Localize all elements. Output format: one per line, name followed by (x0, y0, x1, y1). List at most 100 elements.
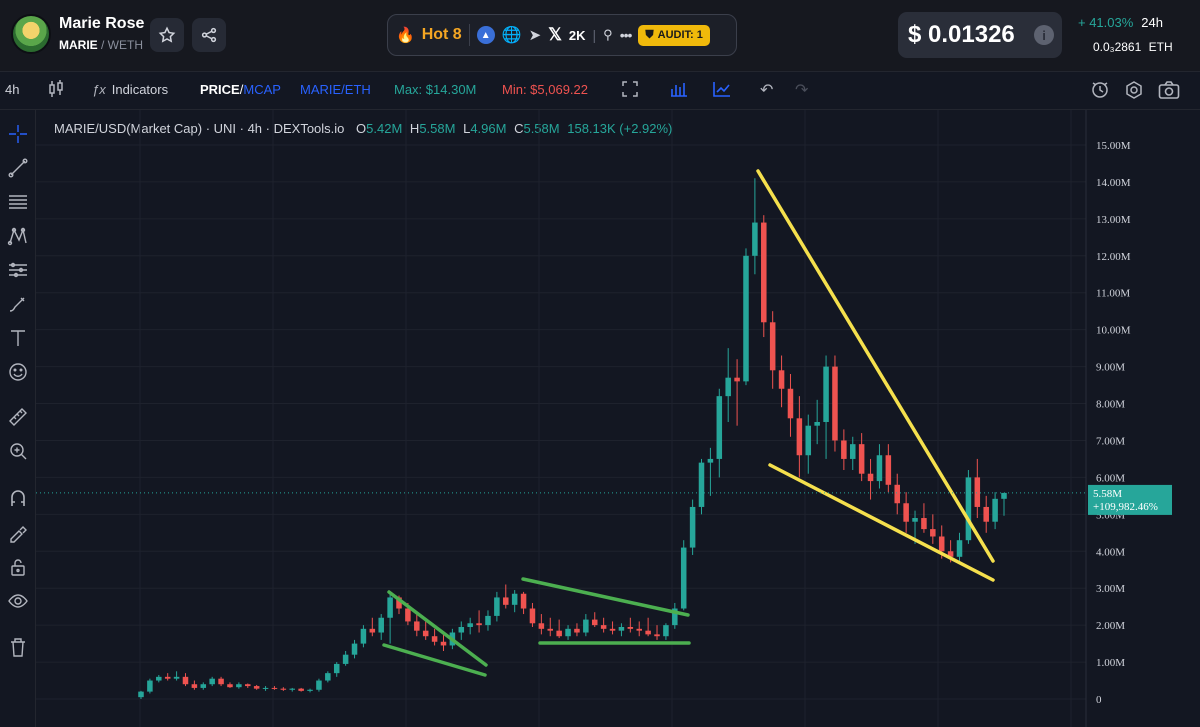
candle-body (974, 477, 981, 507)
star-icon (158, 26, 176, 43)
candle-body (200, 684, 207, 688)
candle-body (378, 617, 384, 633)
eth-unit: ETH (1148, 40, 1173, 54)
brush-tool-icon[interactable] (6, 292, 30, 316)
candle-body (583, 619, 589, 633)
candle-body (253, 686, 260, 689)
candle-body (360, 628, 367, 644)
lock-drawing-icon[interactable] (6, 520, 30, 544)
visibility-icon[interactable] (6, 589, 30, 613)
emoji-tool-icon[interactable] (6, 360, 30, 384)
y-tick-label: 2.00M (1096, 620, 1125, 632)
magnet-tool-icon[interactable] (6, 486, 30, 510)
candle-body (1001, 492, 1007, 499)
candle-body (627, 626, 634, 629)
candle-body (894, 484, 900, 504)
candle-body (725, 377, 731, 397)
change-value: + 41.03% (1078, 15, 1134, 30)
divider: | (592, 27, 597, 43)
candle-body (529, 608, 536, 624)
candle-body (903, 503, 909, 522)
audit-badge[interactable]: ⛊ AUDIT: 1 (638, 24, 710, 46)
candle-body (876, 455, 883, 482)
volume-icon[interactable] (713, 81, 731, 100)
trades-icon[interactable] (670, 81, 688, 100)
info-icon[interactable]: i (1034, 25, 1054, 45)
lock-icon[interactable] (6, 555, 30, 579)
mcap-option[interactable]: MCAP (243, 82, 281, 97)
search-icon[interactable]: ⚲ (603, 27, 613, 43)
candle-body (921, 518, 927, 530)
quote-symbol: / WETH (101, 38, 144, 52)
candle-body (325, 673, 331, 681)
crosshair-tool-icon[interactable] (6, 122, 30, 146)
candle-body (262, 687, 269, 689)
prediction-tool-icon[interactable] (6, 258, 30, 282)
indicators-button[interactable]: ƒx Indicators (92, 82, 168, 97)
candle-body (156, 676, 162, 681)
followers-count[interactable]: 2K (569, 28, 586, 43)
change-period: 24h (1141, 15, 1163, 30)
favorite-button[interactable] (150, 18, 184, 52)
fib-tool-icon[interactable] (6, 190, 30, 214)
alert-icon[interactable] (1090, 80, 1110, 103)
trendline (768, 463, 995, 582)
interval-selector[interactable]: 4h (5, 82, 19, 97)
candle-body (147, 680, 153, 692)
candle-body (218, 678, 224, 685)
y-tick-label: 11.00M (1096, 288, 1130, 300)
text-tool-icon[interactable] (6, 326, 30, 350)
undo-icon[interactable]: ↶ (760, 80, 773, 100)
y-tick-label: 13.00M (1096, 214, 1131, 226)
candle-body (245, 684, 251, 687)
pattern-tool-icon[interactable] (6, 224, 30, 248)
candle-type-icon[interactable] (48, 80, 64, 101)
trendline (521, 577, 690, 617)
more-icon[interactable]: ••• (620, 27, 633, 43)
price-mcap-toggle[interactable]: PRICE/MCAP (200, 82, 281, 97)
trendline (387, 590, 488, 667)
candle-body (823, 366, 829, 422)
candle-body (841, 440, 847, 459)
fullscreen-icon[interactable] (622, 81, 638, 100)
hot-rank[interactable]: Hot 8 (422, 26, 462, 44)
min-label: Min: $5,069.22 (502, 82, 589, 97)
candle-body (912, 518, 918, 522)
redo-icon[interactable]: ↷ (795, 80, 808, 100)
x-icon[interactable]: 𝕏 (548, 25, 562, 45)
fire-icon: 🔥 (396, 27, 415, 44)
candle-body (787, 388, 794, 419)
candle-body (609, 628, 616, 631)
settings-icon[interactable] (1124, 80, 1144, 103)
price-option[interactable]: PRICE (200, 82, 240, 97)
price-chart[interactable]: 01.00M2.00M3.00M4.00M5.00M6.00M7.00M8.00… (36, 110, 1200, 727)
y-tick-label: 15.00M (1096, 140, 1131, 152)
chart-link-icon[interactable]: ▲ (476, 26, 495, 44)
y-tick-label: 0 (1096, 694, 1102, 706)
globe-icon[interactable]: 🌐 (502, 25, 522, 45)
candle-body (316, 680, 322, 690)
candle-body (387, 597, 393, 618)
token-pair: MARIE / WETH (59, 38, 143, 52)
pair-toggle[interactable]: MARIE/ETH (300, 82, 371, 97)
y-tick-label: 3.00M (1096, 583, 1125, 595)
candle-body (992, 498, 998, 522)
trendline (756, 169, 995, 563)
trendlines (382, 169, 995, 677)
eth-price-value: 0.0₃2861 (1093, 40, 1142, 54)
candle-body (849, 444, 856, 459)
zoom-tool-icon[interactable] (6, 439, 30, 463)
indicators-label: Indicators (111, 82, 169, 97)
share-button[interactable] (192, 18, 226, 52)
candle-body (983, 506, 989, 522)
trash-icon[interactable] (6, 635, 30, 659)
candle-body (414, 621, 420, 631)
trendline-tool-icon[interactable] (6, 156, 30, 180)
last-price-label: 5.58M (1093, 488, 1122, 500)
candle-body (689, 506, 696, 548)
ruler-tool-icon[interactable] (6, 405, 30, 429)
candle-body (511, 593, 518, 605)
telegram-icon[interactable]: ➤ (529, 26, 542, 44)
candle-body (431, 636, 438, 642)
camera-icon[interactable] (1158, 80, 1180, 103)
